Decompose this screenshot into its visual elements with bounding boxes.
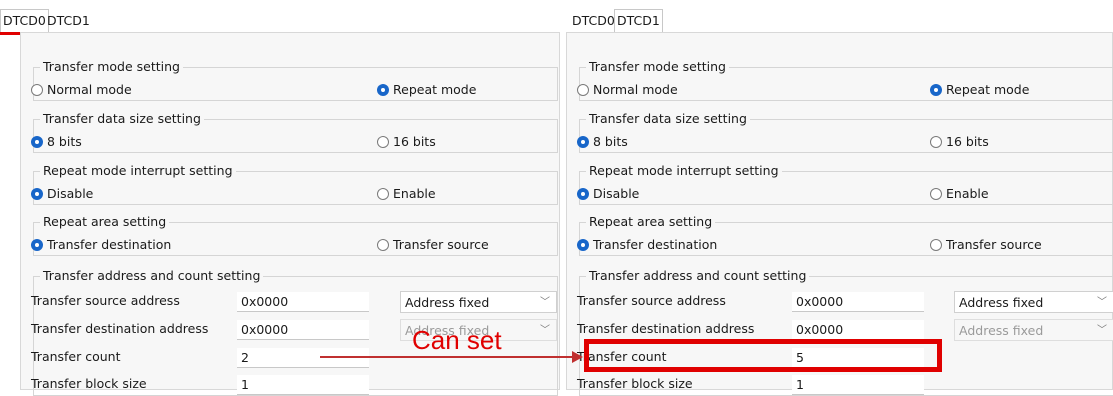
group-title: Transfer mode setting — [40, 59, 183, 75]
tab-dtcd0[interactable]: DTCD0 — [570, 11, 617, 31]
repeat-mode-radio[interactable]: Repeat mode — [377, 82, 476, 97]
radio-icon — [930, 238, 942, 251]
radio-selected-icon — [930, 83, 942, 96]
tab-dtcd0[interactable]: DTCD0 — [0, 9, 50, 35]
group-title: Repeat area setting — [586, 214, 716, 230]
group-title: Transfer data size setting — [40, 111, 204, 127]
normal-mode-radio[interactable]: Normal mode — [577, 82, 678, 97]
transfer-source-radio[interactable]: Transfer source — [377, 237, 489, 252]
radio-icon — [577, 83, 589, 96]
radio-icon — [930, 135, 942, 148]
highlight-box — [584, 339, 942, 372]
8-bits-radio[interactable]: 8 bits — [577, 134, 628, 149]
data-size-group: Transfer data size setting 8 bits 16 bit… — [31, 111, 558, 153]
16-bits-radio[interactable]: 16 bits — [930, 134, 989, 149]
data-size-group: Transfer data size setting 8 bits 16 bit… — [577, 111, 1113, 153]
chevron-down-icon: ﹀ — [1097, 325, 1107, 336]
radio-selected-icon — [377, 83, 389, 96]
transfer-count-input[interactable]: 2 — [237, 348, 369, 368]
address-count-group: Transfer address and count setting Trans… — [577, 268, 1113, 396]
source-address-label: Transfer source address — [577, 293, 726, 308]
dtc-settings-panel-right: DTCD0 DTCD1 Transfer mode setting Normal… — [560, 0, 1113, 396]
group-title: Repeat mode interrupt setting — [586, 163, 782, 179]
group-title: Repeat mode interrupt setting — [40, 163, 236, 179]
16-bits-radio[interactable]: 16 bits — [377, 134, 436, 149]
destination-address-label: Transfer destination address — [577, 321, 755, 336]
radio-selected-icon — [577, 135, 589, 148]
8-bits-radio[interactable]: 8 bits — [31, 134, 82, 149]
disable-radio[interactable]: Disable — [31, 186, 93, 201]
normal-mode-radio[interactable]: Normal mode — [31, 82, 132, 97]
repeat-mode-radio[interactable]: Repeat mode — [930, 82, 1029, 97]
enable-radio[interactable]: Enable — [930, 186, 989, 201]
block-size-label: Transfer block size — [31, 376, 147, 391]
transfer-destination-radio[interactable]: Transfer destination — [577, 237, 717, 252]
radio-selected-icon — [31, 238, 43, 251]
source-address-input[interactable]: 0x0000 — [792, 292, 924, 312]
group-title: Repeat area setting — [40, 214, 170, 230]
radio-selected-icon — [31, 187, 43, 200]
source-address-input[interactable]: 0x0000 — [237, 292, 369, 312]
chevron-down-icon: ﹀ — [540, 297, 550, 308]
repeat-interrupt-group: Repeat mode interrupt setting Disable En… — [31, 163, 558, 205]
annotation-arrow-line — [320, 356, 575, 358]
source-address-label: Transfer source address — [31, 293, 180, 308]
group-title: Transfer address and count setting — [40, 268, 264, 284]
transfer-count-label: Transfer count — [31, 349, 121, 364]
destination-address-input[interactable]: 0x0000 — [237, 320, 369, 340]
transfer-destination-radio[interactable]: Transfer destination — [31, 237, 171, 252]
block-size-input[interactable]: 1 — [237, 375, 369, 395]
repeat-interrupt-group: Repeat mode interrupt setting Disable En… — [577, 163, 1113, 205]
radio-icon — [31, 83, 43, 96]
group-title: Transfer mode setting — [586, 59, 729, 75]
tab-bar: DTCD0 DTCD1 — [560, 0, 1113, 35]
block-size-label: Transfer block size — [577, 376, 693, 391]
radio-icon — [377, 135, 389, 148]
radio-selected-icon — [577, 187, 589, 200]
repeat-area-group: Repeat area setting Transfer destination… — [577, 214, 1113, 256]
radio-selected-icon — [31, 135, 43, 148]
tab-dtcd1[interactable]: DTCD1 — [45, 11, 92, 31]
group-title: Transfer data size setting — [586, 111, 750, 127]
annotation-label: Can set — [412, 325, 502, 355]
radio-icon — [377, 187, 389, 200]
radio-selected-icon — [577, 238, 589, 251]
source-address-mode-select[interactable]: Address fixed ﹀ — [954, 291, 1113, 313]
transfer-source-radio[interactable]: Transfer source — [930, 237, 1042, 252]
repeat-area-group: Repeat area setting Transfer destination… — [31, 214, 558, 256]
source-address-mode-select[interactable]: Address fixed ﹀ — [400, 291, 557, 313]
chevron-down-icon: ﹀ — [540, 325, 550, 336]
arrow-head-icon — [572, 351, 583, 363]
radio-icon — [377, 238, 389, 251]
disable-radio[interactable]: Disable — [577, 186, 639, 201]
tab-bar: DTCD0 DTCD1 — [0, 0, 560, 35]
tab-dtcd1[interactable]: DTCD1 — [613, 9, 664, 35]
radio-icon — [930, 187, 942, 200]
transfer-mode-group: Transfer mode setting Normal mode Repeat… — [31, 59, 558, 101]
destination-address-label: Transfer destination address — [31, 321, 209, 336]
block-size-input[interactable]: 1 — [792, 375, 924, 395]
enable-radio[interactable]: Enable — [377, 186, 436, 201]
group-title: Transfer address and count setting — [586, 268, 810, 284]
destination-address-mode-select: Address fixed ﹀ — [954, 319, 1113, 341]
settings-frame: Transfer mode setting Normal mode Repeat… — [566, 32, 1113, 396]
transfer-mode-group: Transfer mode setting Normal mode Repeat… — [577, 59, 1113, 101]
destination-address-input[interactable]: 0x0000 — [792, 320, 924, 340]
chevron-down-icon: ﹀ — [1097, 297, 1107, 308]
